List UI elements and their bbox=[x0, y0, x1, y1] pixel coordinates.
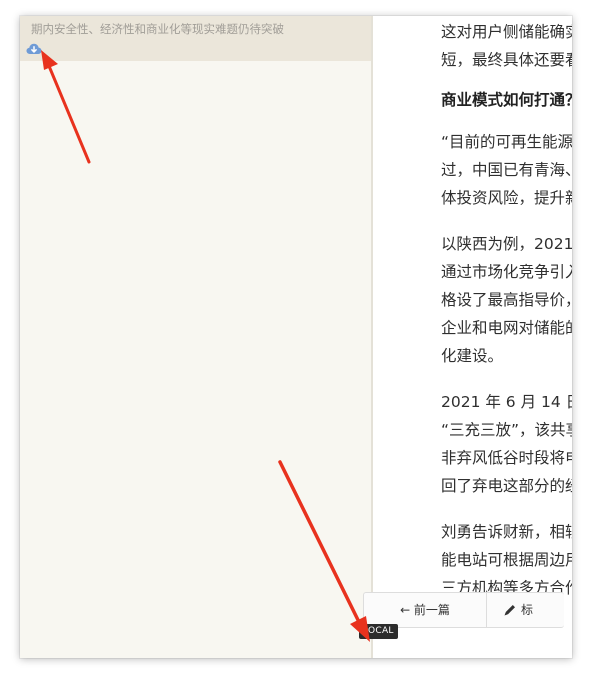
mark-button-label: 标 bbox=[521, 603, 534, 617]
article-line: 能电站可根据周边用 bbox=[441, 551, 572, 569]
previous-article-button[interactable]: ← 前一篇 bbox=[364, 593, 487, 627]
mark-button[interactable]: 标 bbox=[487, 593, 567, 627]
section-heading: 商业模式如何打通？ bbox=[441, 91, 572, 109]
app-window: 期内安全性、经济性和商业化等现实难题仍待突破 这对用户侧储能确实 短，最终具体还要… bbox=[20, 16, 572, 658]
article-line: 通过市场化竞争引入 bbox=[441, 263, 572, 281]
article-line: 2021 年 6 月 14 日 bbox=[441, 393, 572, 411]
reader-toolbar: ← 前一篇 标 bbox=[363, 592, 564, 628]
article-line: 化建设。 bbox=[441, 347, 504, 365]
article-line: “目前的可再生能源 bbox=[441, 133, 572, 151]
article-snippet: 期内安全性、经济性和商业化等现实难题仍待突破 bbox=[31, 22, 284, 36]
article-line: 过，中国已有青海、 bbox=[441, 161, 572, 179]
article-line: 企业和电网对储能的 bbox=[441, 319, 572, 337]
article-line: 回了弃电这部分的经 bbox=[441, 477, 572, 495]
pencil-icon bbox=[504, 605, 515, 616]
local-badge: LOCAL bbox=[359, 624, 398, 639]
article-list-pane: 期内安全性、经济性和商业化等现实难题仍待突破 bbox=[20, 16, 371, 658]
article-line: “三充三放”，该共享 bbox=[441, 421, 572, 439]
article-list-item[interactable]: 期内安全性、经济性和商业化等现实难题仍待突破 bbox=[20, 16, 371, 61]
article-line: 格设了最高指导价， bbox=[441, 291, 572, 309]
cloud-download-icon[interactable] bbox=[26, 42, 42, 56]
article-line: 以陕西为例，2021 bbox=[441, 235, 572, 253]
article-line: 短，最终具体还要看 bbox=[441, 51, 572, 69]
article-line: 体投资风险，提升新 bbox=[441, 189, 572, 207]
article-line: 这对用户侧储能确实 bbox=[441, 23, 572, 41]
article-reader-pane: 这对用户侧储能确实 短，最终具体还要看 商业模式如何打通？ “目前的可再生能源 过，中国… bbox=[373, 16, 572, 658]
article-line: 非弃风低谷时段将电 bbox=[441, 449, 572, 467]
article-body: 这对用户侧储能确实 短，最终具体还要看 商业模式如何打通？ “目前的可再生能源 过，中国… bbox=[441, 16, 572, 602]
article-line: 刘勇告诉财新，相较 bbox=[441, 523, 572, 541]
